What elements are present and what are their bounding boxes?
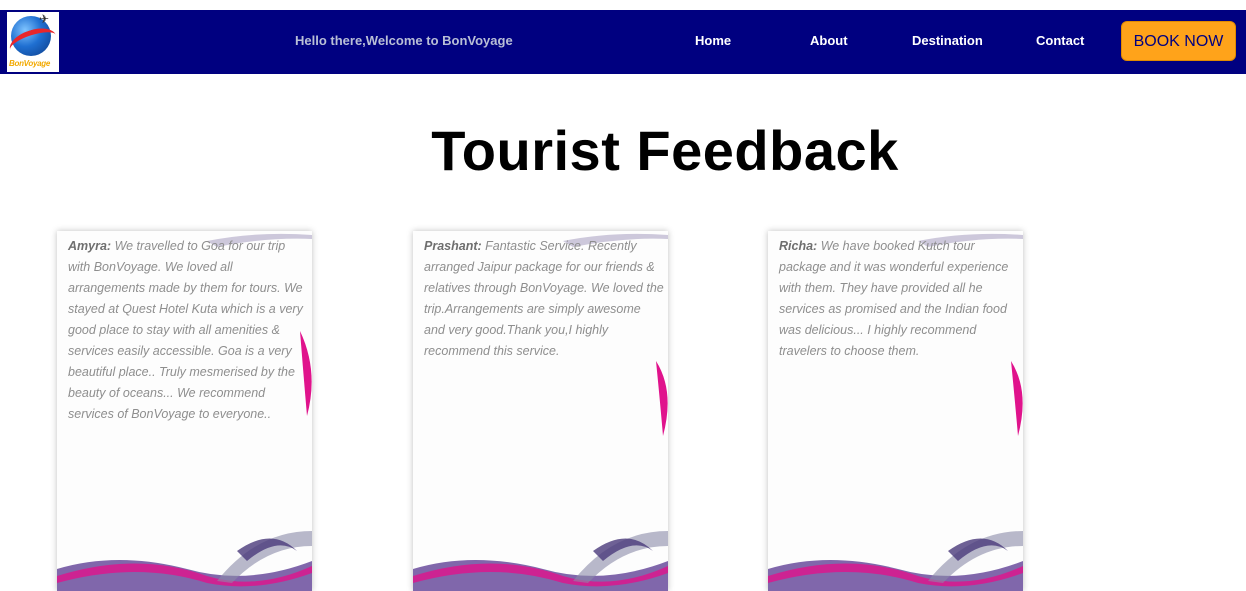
reviewer-name: Richa: bbox=[779, 239, 818, 253]
feedback-card-richa: Richa: We have booked Kutch tour package… bbox=[768, 231, 1023, 591]
review-body: Fantastic Service. Recently arranged Jai… bbox=[424, 239, 664, 358]
welcome-message: Hello there,Welcome to BonVoyage bbox=[295, 33, 513, 48]
review-body: We have booked Kutch tour package and it… bbox=[779, 239, 1009, 358]
feedback-card-amyra: Amyra: We travelled to Goa for our trip … bbox=[57, 231, 312, 591]
nav-link-contact[interactable]: Contact bbox=[1036, 33, 1084, 48]
brand-logo[interactable]: ✈ BonVoyage bbox=[7, 12, 59, 72]
feedback-card-prashant: Prashant: Fantastic Service. Recently ar… bbox=[413, 231, 668, 591]
logo-text: BonVoyage bbox=[9, 59, 51, 68]
feedback-text: Prashant: Fantastic Service. Recently ar… bbox=[424, 236, 664, 362]
reviewer-name: Amyra: bbox=[68, 239, 112, 253]
nav-link-destination[interactable]: Destination bbox=[912, 33, 983, 48]
feedback-text: Richa: We have booked Kutch tour package… bbox=[779, 236, 1019, 362]
feedback-text: Amyra: We travelled to Goa for our trip … bbox=[68, 236, 308, 425]
navbar: ✈ BonVoyage Hello there,Welcome to BonVo… bbox=[0, 10, 1246, 74]
nav-link-home[interactable]: Home bbox=[695, 33, 731, 48]
book-now-button[interactable]: BOOK NOW bbox=[1121, 21, 1236, 61]
nav-link-about[interactable]: About bbox=[810, 33, 848, 48]
page-title: Tourist Feedback bbox=[431, 119, 899, 182]
review-body: We travelled to Goa for our trip with Bo… bbox=[68, 239, 303, 421]
airplane-icon: ✈ bbox=[39, 12, 50, 26]
reviewer-name: Prashant: bbox=[424, 239, 482, 253]
